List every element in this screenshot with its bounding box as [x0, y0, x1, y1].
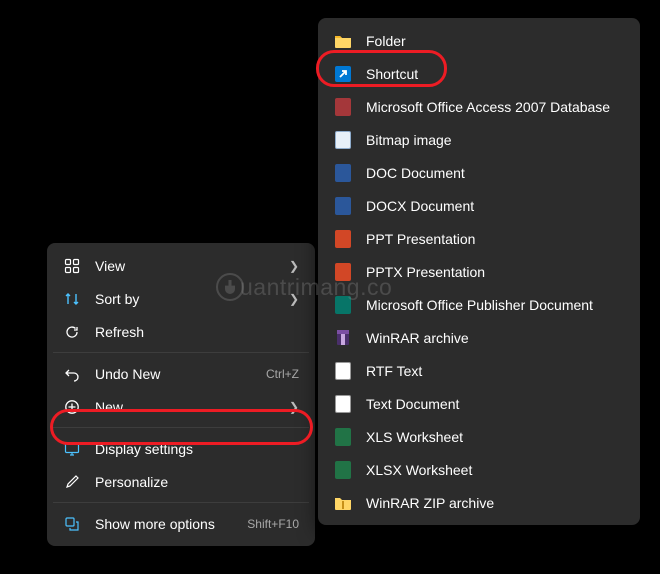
submenu-item-rtf[interactable]: RTF Text — [322, 354, 636, 387]
refresh-icon — [63, 323, 81, 341]
desktop-context-menu: View ❯ Sort by ❯ Refresh Undo New Ctrl+Z — [47, 243, 315, 546]
menu-label: Display settings — [95, 441, 299, 457]
submenu-item-ppt[interactable]: PPT Presentation — [322, 222, 636, 255]
submenu-item-docx[interactable]: DOCX Document — [322, 189, 636, 222]
menu-item-view[interactable]: View ❯ — [51, 249, 311, 282]
menu-label: PPTX Presentation — [366, 264, 624, 280]
menu-label: RTF Text — [366, 363, 624, 379]
shortcut-text: Shift+F10 — [247, 517, 299, 531]
menu-label: PPT Presentation — [366, 231, 624, 247]
shortcut-text: Ctrl+Z — [266, 367, 299, 381]
xlsx-icon — [334, 461, 352, 479]
menu-label: Shortcut — [366, 66, 624, 82]
submenu-item-zip[interactable]: WinRAR ZIP archive — [322, 486, 636, 519]
submenu-item-access[interactable]: Microsoft Office Access 2007 Database — [322, 90, 636, 123]
xls-icon — [334, 428, 352, 446]
menu-label: Microsoft Office Publisher Document — [366, 297, 624, 313]
submenu-item-xls[interactable]: XLS Worksheet — [322, 420, 636, 453]
menu-label: XLSX Worksheet — [366, 462, 624, 478]
menu-label: Microsoft Office Access 2007 Database — [366, 99, 624, 115]
shortcut-icon — [334, 65, 352, 83]
doc-icon — [334, 164, 352, 182]
separator — [53, 352, 309, 353]
menu-label: DOC Document — [366, 165, 624, 181]
undo-icon — [63, 365, 81, 383]
menu-item-refresh[interactable]: Refresh — [51, 315, 311, 348]
menu-label: WinRAR ZIP archive — [366, 495, 624, 511]
menu-label: View — [95, 258, 281, 274]
menu-item-more[interactable]: Show more options Shift+F10 — [51, 507, 311, 540]
menu-label: Show more options — [95, 516, 239, 532]
ppt-icon — [334, 230, 352, 248]
menu-label: Text Document — [366, 396, 624, 412]
menu-item-display[interactable]: Display settings — [51, 432, 311, 465]
chevron-right-icon: ❯ — [289, 259, 299, 273]
menu-label: DOCX Document — [366, 198, 624, 214]
menu-item-sort[interactable]: Sort by ❯ — [51, 282, 311, 315]
bitmap-icon — [334, 131, 352, 149]
menu-label: New — [95, 399, 281, 415]
separator — [53, 502, 309, 503]
menu-label: WinRAR archive — [366, 330, 624, 346]
submenu-item-xlsx[interactable]: XLSX Worksheet — [322, 453, 636, 486]
access-icon — [334, 98, 352, 116]
docx-icon — [334, 197, 352, 215]
menu-label: Undo New — [95, 366, 258, 382]
rtf-icon — [334, 362, 352, 380]
menu-label: Sort by — [95, 291, 281, 307]
menu-label: XLS Worksheet — [366, 429, 624, 445]
view-icon — [63, 257, 81, 275]
menu-label: Bitmap image — [366, 132, 624, 148]
menu-label: Folder — [366, 33, 624, 49]
new-submenu: Folder Shortcut Microsoft Office Access … — [318, 18, 640, 525]
submenu-item-bmp[interactable]: Bitmap image — [322, 123, 636, 156]
display-icon — [63, 440, 81, 458]
chevron-right-icon: ❯ — [289, 292, 299, 306]
new-icon — [63, 398, 81, 416]
pptx-icon — [334, 263, 352, 281]
sort-icon — [63, 290, 81, 308]
submenu-item-pptx[interactable]: PPTX Presentation — [322, 255, 636, 288]
separator — [53, 427, 309, 428]
submenu-item-pub[interactable]: Microsoft Office Publisher Document — [322, 288, 636, 321]
zip-icon — [334, 494, 352, 512]
submenu-item-folder[interactable]: Folder — [322, 24, 636, 57]
menu-item-undo[interactable]: Undo New Ctrl+Z — [51, 357, 311, 390]
menu-label: Refresh — [95, 324, 299, 340]
more-options-icon — [63, 515, 81, 533]
personalize-icon — [63, 473, 81, 491]
menu-item-new[interactable]: New ❯ — [51, 390, 311, 423]
menu-label: Personalize — [95, 474, 299, 490]
submenu-item-rar[interactable]: WinRAR archive — [322, 321, 636, 354]
menu-item-personalize[interactable]: Personalize — [51, 465, 311, 498]
submenu-item-shortcut[interactable]: Shortcut — [322, 57, 636, 90]
rar-icon — [334, 329, 352, 347]
submenu-item-txt[interactable]: Text Document — [322, 387, 636, 420]
chevron-right-icon: ❯ — [289, 400, 299, 414]
submenu-item-doc[interactable]: DOC Document — [322, 156, 636, 189]
publisher-icon — [334, 296, 352, 314]
txt-icon — [334, 395, 352, 413]
folder-icon — [334, 32, 352, 50]
